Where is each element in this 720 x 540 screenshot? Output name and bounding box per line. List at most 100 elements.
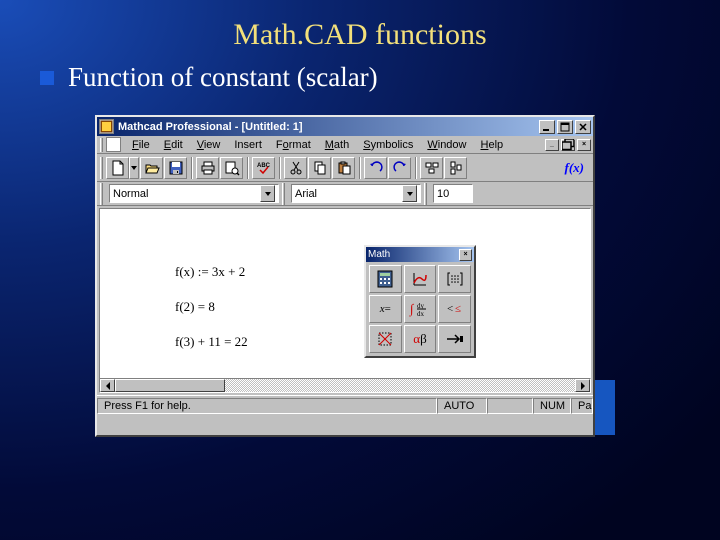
math-palette[interactable]: Math × x= ∫dydx <≤ αβ xyxy=(364,245,476,358)
font-combo-dropdown[interactable] xyxy=(402,185,417,202)
bullet-text: Function of constant (scalar) xyxy=(68,62,378,93)
menu-math[interactable]: Math xyxy=(318,137,356,153)
new-dropdown[interactable] xyxy=(129,157,139,179)
toolbar-separator xyxy=(247,157,249,179)
math-palette-close-button[interactable]: × xyxy=(459,249,472,261)
style-combo-dropdown[interactable] xyxy=(260,185,275,202)
bullet-row: Function of constant (scalar) xyxy=(40,62,378,93)
equation-eval-2[interactable]: f(3) + 11 = 22 xyxy=(175,334,248,350)
menu-symbolics-label: ymbolics xyxy=(371,139,414,151)
boolean-icon[interactable]: <≤ xyxy=(438,295,471,323)
maximize-button[interactable] xyxy=(557,120,573,134)
toolbar-grip[interactable] xyxy=(282,183,285,205)
mdi-minimize-button[interactable]: _ xyxy=(545,139,559,151)
menu-edit[interactable]: Edit xyxy=(157,137,190,153)
close-button[interactable] xyxy=(575,120,591,134)
scroll-track[interactable] xyxy=(115,379,575,392)
print-button[interactable] xyxy=(196,157,219,179)
formatting-toolbar: Normal Arial 10 xyxy=(97,182,593,206)
paste-button[interactable] xyxy=(332,157,355,179)
toolbar-grip[interactable] xyxy=(424,183,427,205)
toolbar-grip[interactable] xyxy=(100,183,103,205)
size-combo-value: 10 xyxy=(437,188,449,200)
align2-button[interactable] xyxy=(444,157,467,179)
matrix-icon[interactable] xyxy=(438,265,471,293)
evaluation-icon[interactable]: x= xyxy=(369,295,402,323)
equation-definition[interactable]: f(x) := 3x + 2 xyxy=(175,264,245,280)
menu-math-label: ath xyxy=(334,139,349,151)
scroll-thumb[interactable] xyxy=(115,379,225,392)
document-icon[interactable] xyxy=(106,137,121,152)
graph-icon[interactable] xyxy=(404,265,437,293)
menu-insert[interactable]: Insert xyxy=(227,137,269,153)
style-combo[interactable]: Normal xyxy=(109,184,279,203)
mdi-close-button[interactable]: × xyxy=(577,139,591,151)
toolbar-grip[interactable] xyxy=(100,157,103,179)
menu-view-label: iew xyxy=(204,139,221,151)
spellcheck-button[interactable]: ABC xyxy=(252,157,275,179)
new-button[interactable] xyxy=(106,157,129,179)
open-button[interactable] xyxy=(140,157,163,179)
style-combo-value: Normal xyxy=(113,188,148,200)
print-preview-button[interactable] xyxy=(220,157,243,179)
svg-text:∫: ∫ xyxy=(409,301,415,317)
slide-title: Math.CAD functions xyxy=(0,18,720,52)
undo-button[interactable] xyxy=(364,157,387,179)
scroll-right-button[interactable] xyxy=(575,379,590,392)
equation-eval-1[interactable]: f(2) = 8 xyxy=(175,299,215,315)
menu-grip[interactable] xyxy=(100,138,103,152)
toolbar-separator xyxy=(279,157,281,179)
menu-file-label: ile xyxy=(139,139,150,151)
menu-format[interactable]: Format xyxy=(269,137,318,153)
symbolic-icon[interactable] xyxy=(438,325,471,353)
status-blank xyxy=(487,398,533,414)
greek-icon[interactable]: αβ xyxy=(404,325,437,353)
mathcad-window: Mathcad Professional - [Untitled: 1] Fil… xyxy=(95,115,595,437)
cut-button[interactable] xyxy=(284,157,307,179)
work-area: f(x) := 3x + 2 f(2) = 8 f(3) + 11 = 22 M… xyxy=(97,206,593,395)
svg-text:dx: dx xyxy=(417,310,425,318)
menu-window[interactable]: Window xyxy=(420,137,473,153)
horizontal-scrollbar[interactable] xyxy=(99,378,591,393)
math-palette-grid: x= ∫dydx <≤ αβ xyxy=(366,262,474,356)
toolbar-separator xyxy=(191,157,193,179)
menu-window-label: indow xyxy=(438,139,467,151)
menu-bar: File Edit View Insert Format Math Symbol… xyxy=(97,136,593,154)
toolbar-separator xyxy=(415,157,417,179)
standard-toolbar: ABC f(x) xyxy=(97,154,593,182)
svg-text:<: < xyxy=(447,303,453,315)
menu-file[interactable]: File xyxy=(125,137,157,153)
status-num: NUM xyxy=(533,398,571,414)
titlebar[interactable]: Mathcad Professional - [Untitled: 1] xyxy=(97,117,593,136)
document-area[interactable]: f(x) := 3x + 2 f(2) = 8 f(3) + 11 = 22 M… xyxy=(99,208,591,393)
font-combo[interactable]: Arial xyxy=(291,184,421,203)
status-page: Pa xyxy=(571,398,593,414)
svg-text:≤: ≤ xyxy=(455,303,461,315)
bullet-icon xyxy=(40,71,54,85)
align-button[interactable] xyxy=(420,157,443,179)
save-button[interactable] xyxy=(164,157,187,179)
status-bar: Press F1 for help. AUTO NUM Pa xyxy=(97,395,593,415)
font-combo-value: Arial xyxy=(295,188,317,200)
math-palette-titlebar[interactable]: Math × xyxy=(366,247,474,262)
calculator-icon[interactable] xyxy=(369,265,402,293)
menu-symbolics[interactable]: Symbolics xyxy=(356,137,420,153)
app-icon[interactable] xyxy=(99,119,114,134)
fx-label: f(x) xyxy=(565,160,585,176)
redo-button[interactable] xyxy=(388,157,411,179)
minimize-button[interactable] xyxy=(539,120,555,134)
menu-format-label: Format xyxy=(276,139,311,151)
size-combo[interactable]: 10 xyxy=(433,184,473,203)
menu-insert-label: Insert xyxy=(234,139,262,151)
menu-view[interactable]: View xyxy=(190,137,228,153)
toolbar-separator xyxy=(359,157,361,179)
menu-help[interactable]: Help xyxy=(474,137,511,153)
calculus-icon[interactable]: ∫dydx xyxy=(404,295,437,323)
menu-edit-label: dit xyxy=(171,139,183,151)
scroll-left-button[interactable] xyxy=(100,379,115,392)
status-auto: AUTO xyxy=(437,398,487,414)
programming-icon[interactable] xyxy=(369,325,402,353)
mdi-restore-button[interactable] xyxy=(561,139,575,151)
copy-button[interactable] xyxy=(308,157,331,179)
math-palette-title: Math xyxy=(368,249,459,260)
